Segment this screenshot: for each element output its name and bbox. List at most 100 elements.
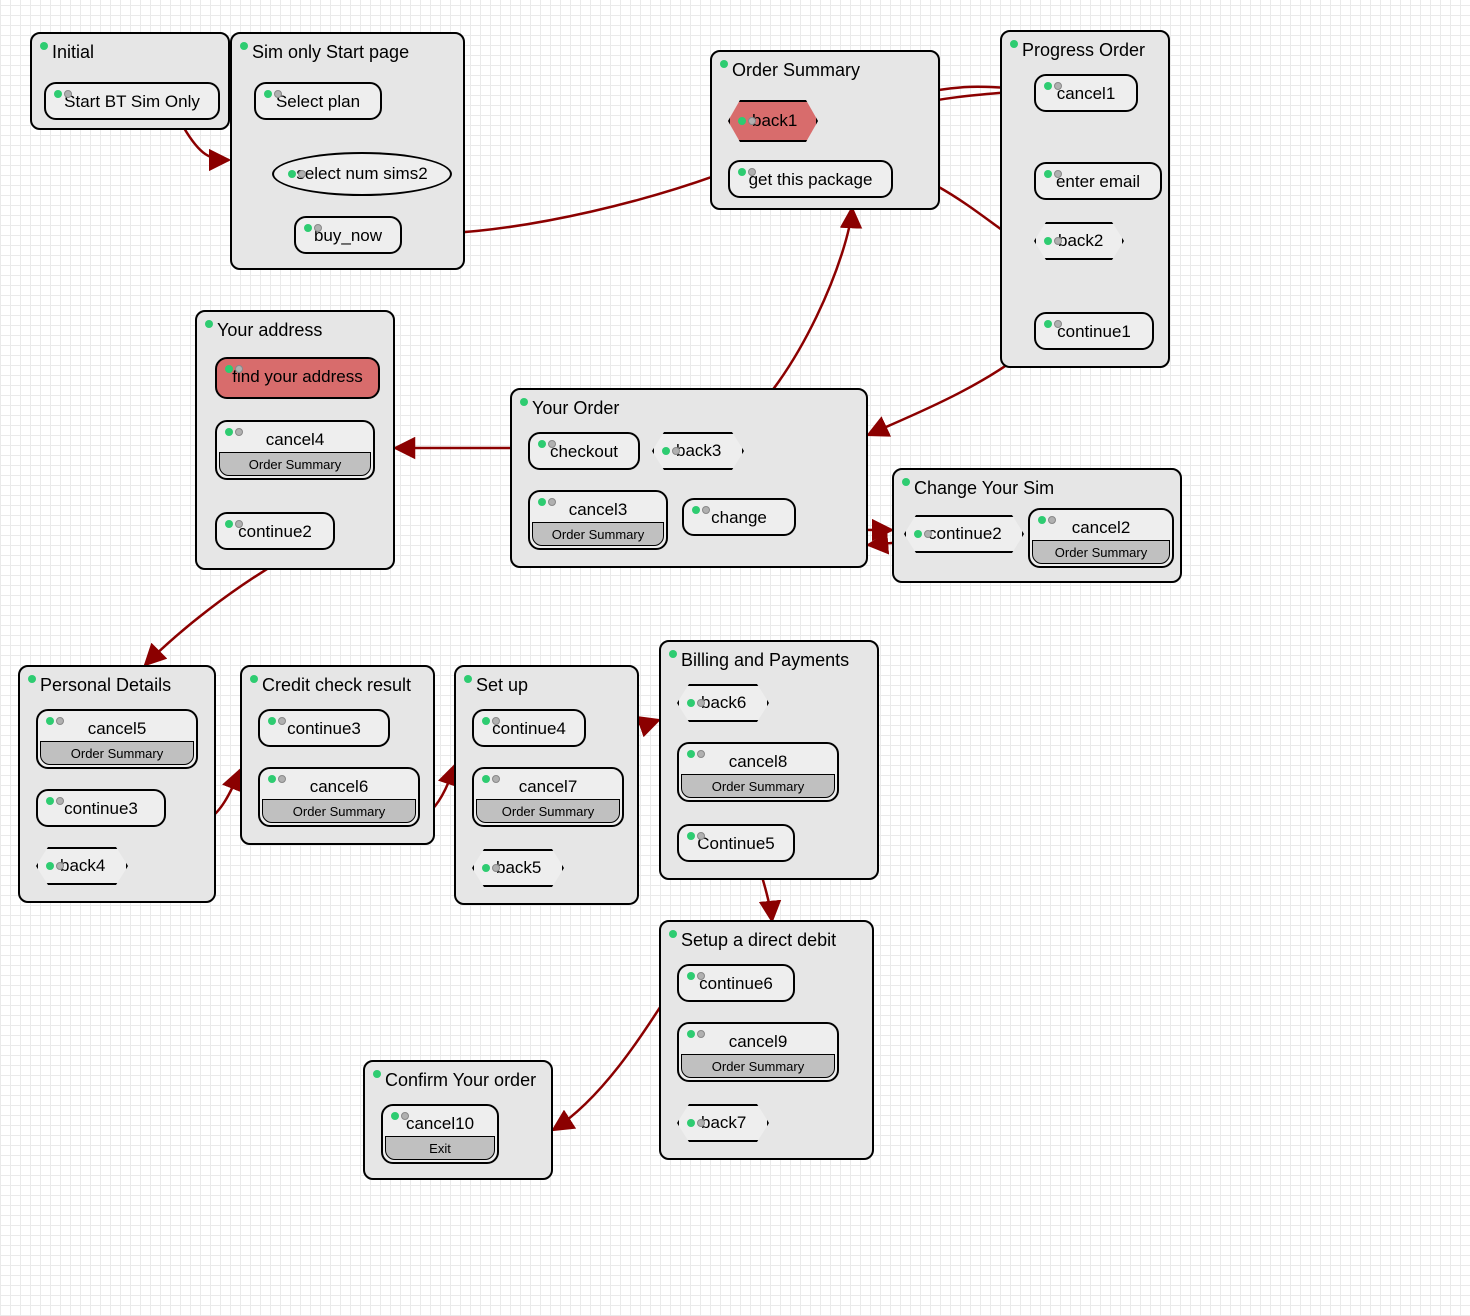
node-label: continue2 <box>928 524 1002 544</box>
container-direct-debit[interactable]: Setup a direct debit continue6 cancel9 O… <box>659 920 874 1160</box>
node-label: back3 <box>676 441 721 461</box>
node-label: back4 <box>60 856 105 876</box>
node-cancel7[interactable]: cancel7 Order Summary <box>472 767 624 827</box>
node-back2[interactable]: back2 <box>1034 222 1124 260</box>
node-label: cancel5 <box>88 719 147 739</box>
status-dot-icon <box>669 930 677 938</box>
node-label: get this package <box>749 170 873 190</box>
node-cancel5[interactable]: cancel5 Order Summary <box>36 709 198 769</box>
node-label: cancel2 <box>1072 518 1131 538</box>
node-dots-icon <box>482 775 500 783</box>
status-dot-icon <box>902 478 910 486</box>
node-select-num-sims[interactable]: select num sims2 <box>272 152 452 196</box>
container-your-order[interactable]: Your Order checkout back3 cancel3 Order … <box>510 388 868 568</box>
node-get-this-package[interactable]: get this package <box>728 160 893 198</box>
status-dot-icon <box>250 675 258 683</box>
node-checkout[interactable]: checkout <box>528 432 640 470</box>
node-cancel1[interactable]: cancel1 <box>1034 74 1138 112</box>
node-dots-icon <box>391 1112 409 1120</box>
node-dots-icon <box>1044 170 1062 178</box>
node-cancel2[interactable]: cancel2 Order Summary <box>1028 508 1174 568</box>
container-credit-check[interactable]: Credit check result continue3 cancel6 Or… <box>240 665 435 845</box>
node-cancel10[interactable]: cancel10 Exit <box>381 1104 499 1164</box>
node-back4[interactable]: back4 <box>36 847 128 885</box>
node-label: continue3 <box>64 799 138 819</box>
sublabel-order-summary: Order Summary <box>1032 540 1170 564</box>
container-personal-details[interactable]: Personal Details cancel5 Order Summary c… <box>18 665 216 903</box>
node-dots-icon <box>268 717 286 725</box>
node-continue4[interactable]: continue4 <box>472 709 586 747</box>
node-dots-icon <box>1044 320 1062 328</box>
node-start-bt-sim-only[interactable]: Start BT Sim Only <box>44 82 220 120</box>
node-continue2-sim[interactable]: continue2 <box>904 515 1024 553</box>
node-dots-icon <box>687 1119 705 1127</box>
sublabel-order-summary: Order Summary <box>681 774 835 798</box>
sublabel-order-summary: Order Summary <box>476 799 620 823</box>
node-dots-icon <box>687 972 705 980</box>
node-continue2-address[interactable]: continue2 <box>215 512 335 550</box>
container-title: Sim only Start page <box>252 42 409 63</box>
node-dots-icon <box>225 520 243 528</box>
node-dots-icon <box>304 224 322 232</box>
node-select-plan[interactable]: Select plan <box>254 82 382 120</box>
node-label: continue1 <box>1057 322 1131 342</box>
node-label: back5 <box>496 858 541 878</box>
node-buy-now[interactable]: buy_now <box>294 216 402 254</box>
node-cancel9[interactable]: cancel9 Order Summary <box>677 1022 839 1082</box>
status-dot-icon <box>28 675 36 683</box>
node-back5[interactable]: back5 <box>472 849 564 887</box>
container-change-your-sim[interactable]: Change Your Sim continue2 cancel2 Order … <box>892 468 1182 583</box>
node-continue1[interactable]: continue1 <box>1034 312 1154 350</box>
node-dots-icon <box>54 90 72 98</box>
node-label: enter email <box>1056 172 1140 192</box>
node-dots-icon <box>46 797 64 805</box>
node-cancel6[interactable]: cancel6 Order Summary <box>258 767 420 827</box>
status-dot-icon <box>40 42 48 50</box>
container-title: Order Summary <box>732 60 860 81</box>
node-dots-icon <box>225 428 243 436</box>
container-title: Billing and Payments <box>681 650 849 671</box>
node-back7[interactable]: back7 <box>677 1104 769 1142</box>
node-continue6[interactable]: continue6 <box>677 964 795 1002</box>
status-dot-icon <box>669 650 677 658</box>
node-label: Start BT Sim Only <box>64 92 200 112</box>
node-cancel8[interactable]: cancel8 Order Summary <box>677 742 839 802</box>
node-continue3-cc[interactable]: continue3 <box>258 709 390 747</box>
container-billing[interactable]: Billing and Payments back6 cancel8 Order… <box>659 640 879 880</box>
container-title: Personal Details <box>40 675 171 696</box>
node-dots-icon <box>687 832 705 840</box>
sublabel-order-summary: Order Summary <box>532 522 664 546</box>
node-label: select num sims2 <box>296 164 427 184</box>
node-label: cancel10 <box>406 1114 474 1134</box>
node-dots-icon <box>46 717 64 725</box>
node-dots-icon <box>738 117 756 125</box>
status-dot-icon <box>373 1070 381 1078</box>
container-confirm-order[interactable]: Confirm Your order cancel10 Exit <box>363 1060 553 1180</box>
container-sim-start[interactable]: Sim only Start page Select plan select n… <box>230 32 465 270</box>
container-your-address[interactable]: Your address find your address cancel4 O… <box>195 310 395 570</box>
container-progress-order[interactable]: Progress Order cancel1 enter email back2… <box>1000 30 1170 368</box>
node-label: continue6 <box>699 974 773 994</box>
node-back3[interactable]: back3 <box>652 432 744 470</box>
node-back1[interactable]: back1 <box>728 100 818 142</box>
node-label: Select plan <box>276 92 360 112</box>
status-dot-icon <box>720 60 728 68</box>
node-label: back2 <box>1058 231 1103 251</box>
container-order-summary[interactable]: Order Summary back1 get this package <box>710 50 940 210</box>
node-dots-icon <box>738 168 756 176</box>
node-label: find your address <box>232 367 362 387</box>
node-continue3-pd[interactable]: continue3 <box>36 789 166 827</box>
node-back6[interactable]: back6 <box>677 684 769 722</box>
node-dots-icon <box>914 530 932 538</box>
node-cancel3[interactable]: cancel3 Order Summary <box>528 490 668 550</box>
container-title: Initial <box>52 42 94 63</box>
container-set-up[interactable]: Set up continue4 cancel7 Order Summary b… <box>454 665 639 905</box>
container-initial[interactable]: Initial Start BT Sim Only <box>30 32 230 130</box>
container-title: Change Your Sim <box>914 478 1054 499</box>
node-continue5[interactable]: Continue5 <box>677 824 795 862</box>
node-label: buy_now <box>314 226 382 246</box>
node-enter-email[interactable]: enter email <box>1034 162 1162 200</box>
node-cancel4[interactable]: cancel4 Order Summary <box>215 420 375 480</box>
node-find-your-address[interactable]: find your address <box>215 357 380 399</box>
node-change[interactable]: change <box>682 498 796 536</box>
